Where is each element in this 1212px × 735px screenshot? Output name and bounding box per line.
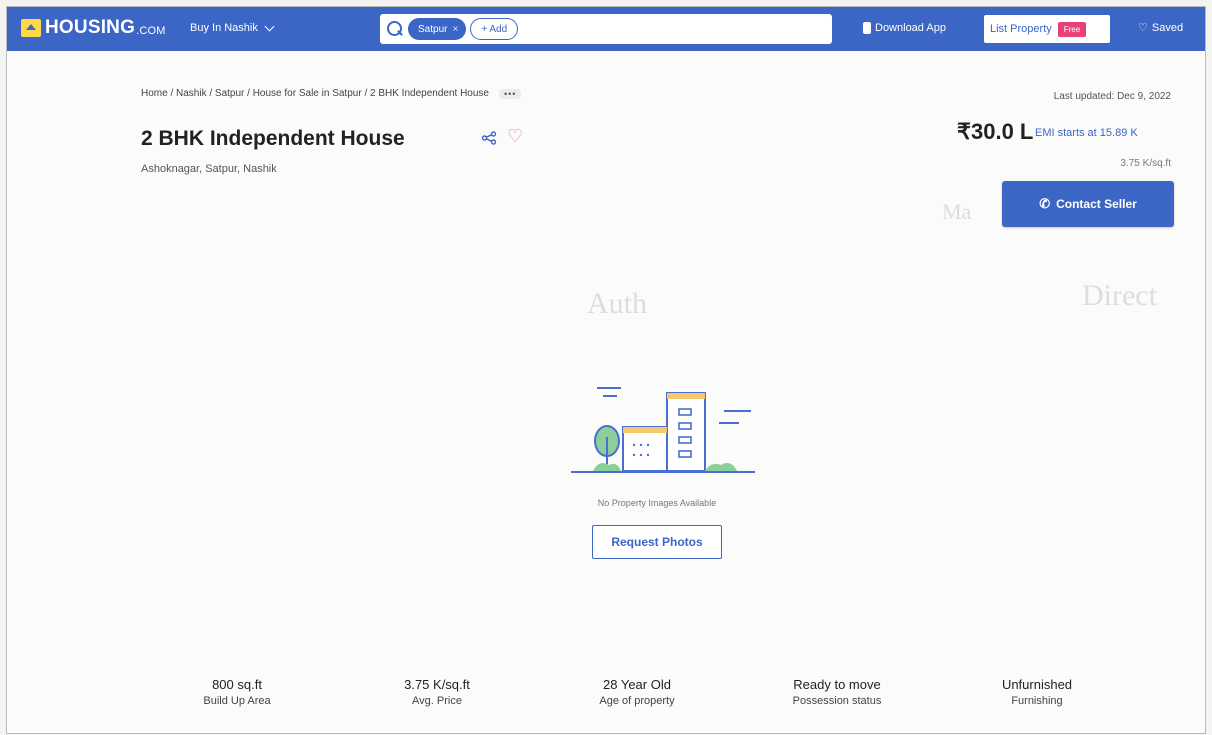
last-updated: Last updated: Dec 9, 2022	[1053, 91, 1171, 102]
favorite-heart-icon[interactable]: ♡	[507, 126, 523, 147]
breadcrumb-path[interactable]: Home / Nashik / Satpur / House for Sale …	[141, 88, 489, 99]
locality-text: Ashoknagar, Satpur, Nashik	[141, 163, 277, 175]
emi-link[interactable]: EMI starts at 15.89 K	[1035, 127, 1138, 139]
stat-label: Possession status	[792, 695, 882, 707]
stat-item: 800 sq.ft Build Up Area	[137, 677, 337, 707]
price: ₹30.0 L	[957, 119, 1034, 144]
list-property-label: List Property	[990, 23, 1052, 35]
property-stats: 800 sq.ft Build Up Area 3.75 K/sq.ft Avg…	[137, 677, 1137, 707]
download-app-link[interactable]: Download App	[863, 22, 946, 34]
close-icon[interactable]: ×	[452, 24, 458, 35]
stat-value: 28 Year Old	[603, 677, 671, 692]
share-icon[interactable]	[481, 131, 497, 145]
saved-link[interactable]: ♡ Saved	[1138, 22, 1183, 34]
logo-suffix: .COM	[136, 24, 166, 37]
chevron-down-icon	[264, 21, 275, 31]
phone-icon	[863, 22, 871, 34]
ghost-text: Direct	[1082, 279, 1157, 312]
price-per-sqft: 3.75 K/sq.ft	[1120, 158, 1171, 169]
locality-chip[interactable]: Satpur ×	[408, 18, 467, 40]
stat-item: 3.75 K/sq.ft Avg. Price	[337, 677, 537, 707]
request-photos-button[interactable]: Request Photos	[592, 525, 722, 559]
breadcrumb: Home / Nashik / Satpur / House for Sale …	[141, 88, 522, 99]
more-options-button[interactable]: •••	[498, 88, 522, 99]
no-image-building-illustration	[571, 387, 755, 473]
ghost-text: Ma	[942, 199, 972, 224]
free-badge: Free	[1057, 21, 1087, 37]
search-icon	[386, 20, 404, 38]
saved-label: Saved	[1151, 22, 1184, 34]
buy-in-dropdown[interactable]: Buy In Nashik	[190, 21, 275, 34]
stat-label: Age of property	[599, 695, 675, 707]
contact-seller-label: Contact Seller	[1056, 197, 1137, 211]
stat-value: 800 sq.ft	[212, 677, 262, 692]
top-nav: HOUSING .COM Buy In Nashik Satpur × + Ad…	[7, 7, 1205, 51]
stat-item: Unfurnished Furnishing	[937, 677, 1137, 707]
stat-value: Unfurnished	[1001, 677, 1073, 692]
list-property-button[interactable]: List Property Free	[984, 15, 1110, 43]
phone-icon: ✆	[1039, 196, 1051, 211]
housing-logo[interactable]: HOUSING .COM	[21, 17, 166, 39]
stat-item: Ready to move Possession status	[737, 677, 937, 707]
logo-text: HOUSING	[45, 17, 136, 38]
no-images-text: No Property Images Available	[597, 498, 717, 508]
stat-value: Ready to move	[793, 677, 881, 692]
download-app-label: Download App	[875, 22, 946, 34]
browser-frame: Ma Direct Auth HOUSING .COM Buy In Nashi…	[6, 6, 1206, 734]
house-logo-icon	[21, 19, 41, 37]
contact-seller-button[interactable]: ✆ Contact Seller	[1002, 181, 1174, 227]
heart-outline-icon: ♡	[1138, 21, 1148, 34]
stat-label: Furnishing	[1011, 695, 1063, 707]
stat-label: Avg. Price	[412, 695, 462, 707]
ghost-text: Auth	[587, 287, 647, 320]
locality-chip-label: Satpur	[418, 23, 448, 35]
search-bar[interactable]: Satpur × + Add	[380, 14, 832, 44]
page-title: 2 BHK Independent House	[141, 127, 405, 150]
buy-in-label: Buy In Nashik	[190, 22, 258, 34]
stat-item: 28 Year Old Age of property	[537, 677, 737, 707]
stat-label: Build Up Area	[203, 695, 271, 707]
stat-value: 3.75 K/sq.ft	[404, 677, 470, 692]
add-locality-button[interactable]: + Add	[470, 18, 519, 40]
